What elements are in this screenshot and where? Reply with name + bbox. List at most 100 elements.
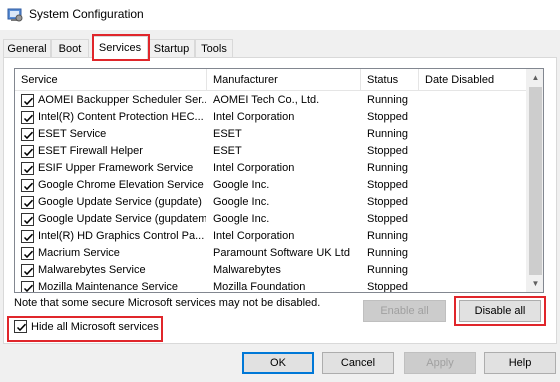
table-row[interactable]: Mozilla Maintenance Service Mozilla Found…: [15, 279, 527, 293]
column-header-date-disabled[interactable]: Date Disabled: [419, 69, 527, 91]
service-name: Google Update Service (gupdate): [38, 196, 202, 208]
apply-button[interactable]: Apply: [404, 352, 476, 374]
help-button[interactable]: Help: [484, 352, 556, 374]
service-status: Stopped: [367, 111, 408, 123]
checkmark-icon: [23, 216, 34, 225]
service-date-disabled: [425, 126, 525, 143]
service-manufacturer: ESET: [213, 128, 242, 140]
table-row[interactable]: Intel(R) Content Protection HEC... Intel …: [15, 109, 527, 126]
service-name: AOMEI Backupper Scheduler Ser...: [38, 94, 206, 106]
list-header: Service Manufacturer Status Date Disable…: [15, 69, 527, 91]
ok-button[interactable]: OK: [242, 352, 314, 374]
column-header-service[interactable]: Service: [15, 69, 207, 91]
service-checkbox[interactable]: [21, 162, 34, 175]
service-checkbox[interactable]: [21, 213, 34, 226]
checkmark-icon: [23, 267, 34, 276]
service-checkbox[interactable]: [21, 264, 34, 277]
service-manufacturer: Google Inc.: [213, 213, 270, 225]
service-date-disabled: [425, 262, 525, 279]
scroll-thumb[interactable]: [529, 87, 542, 275]
service-checkbox[interactable]: [21, 281, 34, 292]
service-date-disabled: [425, 211, 525, 228]
service-status: Running: [367, 94, 408, 106]
table-row[interactable]: ESET Service ESET Running: [15, 126, 527, 143]
table-row[interactable]: Malwarebytes Service Malwarebytes Running: [15, 262, 527, 279]
service-date-disabled: [425, 160, 525, 177]
scroll-up-icon[interactable]: ▲: [527, 69, 543, 86]
tab-startup[interactable]: Startup: [148, 39, 195, 58]
service-name: Mozilla Maintenance Service: [38, 281, 179, 293]
service-checkbox[interactable]: [21, 94, 34, 107]
service-manufacturer: Intel Corporation: [213, 162, 295, 174]
service-checkbox[interactable]: [21, 247, 34, 260]
service-manufacturer: Intel Corporation: [213, 230, 295, 242]
service-checkbox[interactable]: [21, 230, 34, 243]
table-row[interactable]: Google Chrome Elevation Service Google In…: [15, 177, 527, 194]
service-checkbox[interactable]: [21, 128, 34, 141]
service-manufacturer: AOMEI Tech Co., Ltd.: [213, 94, 320, 106]
vertical-scrollbar[interactable]: ▲ ▼: [526, 69, 543, 292]
checkmark-icon: [16, 323, 27, 332]
tab-tools[interactable]: Tools: [195, 39, 233, 58]
column-header-status[interactable]: Status: [361, 69, 419, 91]
checkmark-icon: [23, 97, 34, 106]
table-row[interactable]: Intel(R) HD Graphics Control Pa... Intel …: [15, 228, 527, 245]
service-name: Intel(R) HD Graphics Control Pa...: [38, 230, 205, 242]
service-checkbox[interactable]: [21, 179, 34, 192]
service-manufacturer: Intel Corporation: [213, 111, 295, 123]
column-header-manufacturer[interactable]: Manufacturer: [207, 69, 361, 91]
service-date-disabled: [425, 194, 525, 211]
tab-services[interactable]: Services: [92, 36, 148, 59]
service-name: ESET Service: [38, 128, 107, 140]
table-row[interactable]: Google Update Service (gupdatem) Google I…: [15, 211, 527, 228]
table-row[interactable]: ESET Firewall Helper ESET Stopped: [15, 143, 527, 160]
enable-all-button[interactable]: Enable all: [363, 300, 446, 322]
checkmark-icon: [23, 199, 34, 208]
service-rows: AOMEI Backupper Scheduler Ser... AOMEI Te…: [15, 92, 527, 293]
tab-general[interactable]: General: [3, 39, 51, 58]
service-date-disabled: [425, 143, 525, 160]
checkmark-icon: [23, 131, 34, 140]
tab-boot[interactable]: Boot: [51, 39, 89, 58]
service-name: Intel(R) Content Protection HEC...: [38, 111, 204, 123]
service-manufacturer: Malwarebytes: [213, 264, 281, 276]
services-list[interactable]: Service Manufacturer Status Date Disable…: [14, 68, 544, 293]
service-status: Stopped: [367, 179, 408, 191]
checkmark-icon: [23, 284, 34, 292]
service-manufacturer: Google Inc.: [213, 179, 270, 191]
service-name: Google Chrome Elevation Service: [38, 179, 204, 191]
hide-microsoft-services-checkbox[interactable]: [14, 320, 27, 333]
window-title: System Configuration: [29, 7, 144, 21]
msconfig-icon: [7, 7, 23, 23]
table-row[interactable]: Macrium Service Paramount Software UK Ltd…: [15, 245, 527, 262]
secure-services-note: Note that some secure Microsoft services…: [14, 297, 321, 309]
service-status: Running: [367, 247, 408, 259]
table-row[interactable]: AOMEI Backupper Scheduler Ser... AOMEI Te…: [15, 92, 527, 109]
service-status: Stopped: [367, 196, 408, 208]
service-manufacturer: ESET: [213, 145, 242, 157]
hide-microsoft-services-label: Hide all Microsoft services: [31, 321, 159, 333]
title-bar: System Configuration: [0, 0, 560, 30]
service-status: Running: [367, 264, 408, 276]
service-checkbox[interactable]: [21, 111, 34, 124]
service-date-disabled: [425, 109, 525, 126]
scroll-down-icon[interactable]: ▼: [527, 275, 543, 292]
table-row[interactable]: ESIF Upper Framework Service Intel Corpor…: [15, 160, 527, 177]
checkmark-icon: [23, 250, 34, 259]
service-status: Running: [367, 230, 408, 242]
service-checkbox[interactable]: [21, 145, 34, 158]
service-name: ESIF Upper Framework Service: [38, 162, 194, 174]
service-date-disabled: [425, 228, 525, 245]
service-name: Google Update Service (gupdatem): [38, 213, 206, 225]
service-date-disabled: [425, 92, 525, 109]
service-status: Stopped: [367, 281, 408, 293]
service-manufacturer: Google Inc.: [213, 196, 270, 208]
checkmark-icon: [23, 114, 34, 123]
table-row[interactable]: Google Update Service (gupdate) Google In…: [15, 194, 527, 211]
service-manufacturer: Paramount Software UK Ltd: [213, 247, 350, 259]
service-date-disabled: [425, 279, 525, 292]
service-checkbox[interactable]: [21, 196, 34, 209]
cancel-button[interactable]: Cancel: [322, 352, 394, 374]
tab-strip: General Boot Services Startup Tools: [3, 36, 557, 59]
disable-all-button[interactable]: Disable all: [459, 300, 541, 322]
